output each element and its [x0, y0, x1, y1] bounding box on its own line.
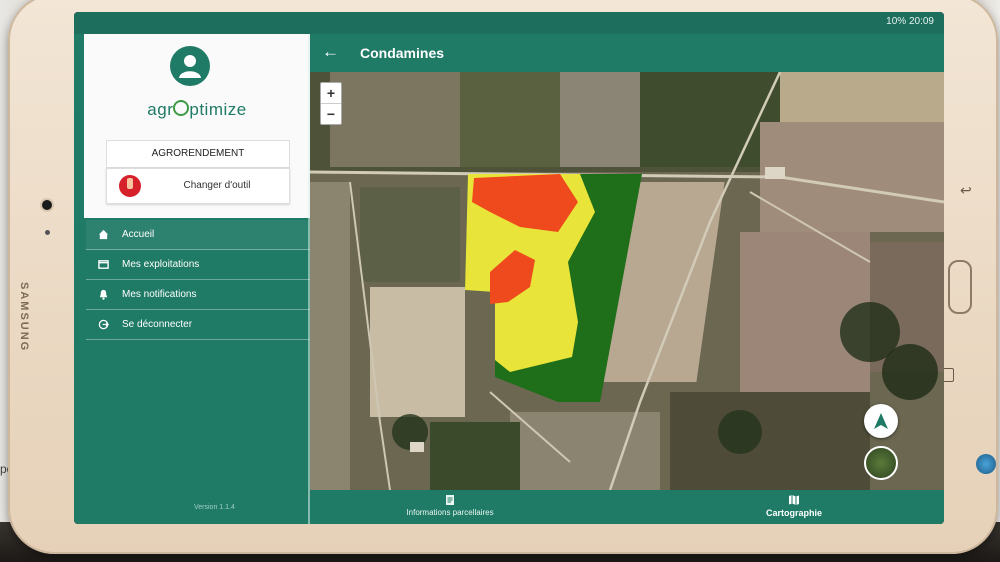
menu-item-label: Se déconnecter	[122, 319, 193, 330]
locate-button[interactable]	[864, 404, 898, 438]
navigation-drawer: agr ptimize AGRORENDEMENT Changer d'outil…	[74, 34, 310, 524]
sensor-icon	[45, 230, 50, 235]
tab-label: Cartographie	[765, 508, 822, 518]
drawer-menu: Accueil Mes exploitations Mes notificati…	[86, 220, 310, 340]
menu-item-label: Mes exploitations	[122, 259, 200, 270]
folder-icon	[98, 260, 109, 269]
navigation-arrow-icon	[874, 413, 888, 429]
change-tool-button[interactable]: Changer d'outil	[106, 168, 290, 204]
background-app-icon	[976, 454, 996, 474]
status-bar: 10% 20:09	[74, 12, 944, 34]
page-title: Condamines	[360, 45, 445, 61]
status-battery-time: 10% 20:09	[886, 16, 934, 27]
zoom-in-button[interactable]: +	[321, 83, 341, 103]
bell-icon	[99, 289, 108, 300]
bottom-navigation: Informations parcellaires Cartographie	[310, 490, 944, 524]
home-icon	[98, 229, 109, 240]
menu-item-notifications[interactable]: Mes notifications	[86, 280, 310, 310]
device-brand: SAMSUNG	[18, 282, 30, 353]
document-icon	[446, 495, 454, 505]
arrow-left-icon[interactable]: ←	[322, 42, 339, 62]
logo-leaf-icon	[173, 100, 190, 116]
zoom-control: + −	[320, 82, 342, 125]
user-avatar-icon[interactable]	[170, 46, 210, 86]
menu-item-label: Accueil	[122, 229, 155, 240]
zoom-out-button[interactable]: −	[321, 103, 341, 124]
tab-informations-parcellaires[interactable]: Informations parcellaires	[350, 494, 550, 517]
app-version: Version 1.1.4	[194, 504, 235, 511]
app-logo: agr ptimize	[147, 100, 247, 119]
satellite-map[interactable]: + −	[310, 72, 944, 490]
menu-item-accueil[interactable]: Accueil	[86, 220, 310, 250]
tab-label: Informations parcellaires	[406, 508, 494, 517]
change-tool-label: Changer d'outil	[183, 180, 251, 191]
tool-hand-icon	[119, 175, 141, 197]
logout-icon	[98, 319, 109, 330]
menu-item-label: Mes notifications	[122, 289, 197, 300]
map-layer-button[interactable]	[864, 446, 898, 480]
current-tool-label: AGRORENDEMENT	[106, 140, 290, 168]
map-icon	[789, 495, 799, 505]
tablet-screen: 10% 20:09 agr ptimize AGRORENDEMENT Chang…	[74, 12, 944, 524]
app-bar: ← Condamines	[310, 34, 944, 72]
hardware-home-button[interactable]	[948, 260, 972, 314]
hardware-back-icon[interactable]: ↩	[960, 182, 972, 199]
map-imagery	[310, 72, 944, 490]
menu-item-exploitations[interactable]: Mes exploitations	[86, 250, 310, 280]
camera-icon	[42, 200, 52, 210]
drawer-header: agr ptimize AGRORENDEMENT Changer d'outil	[84, 34, 310, 218]
tablet-frame: SAMSUNG ↩ 10% 20:09 agr ptimize AGRORENDE…	[8, 0, 998, 554]
tab-cartographie[interactable]: Cartographie	[694, 494, 894, 518]
menu-item-logout[interactable]: Se déconnecter	[86, 310, 310, 340]
